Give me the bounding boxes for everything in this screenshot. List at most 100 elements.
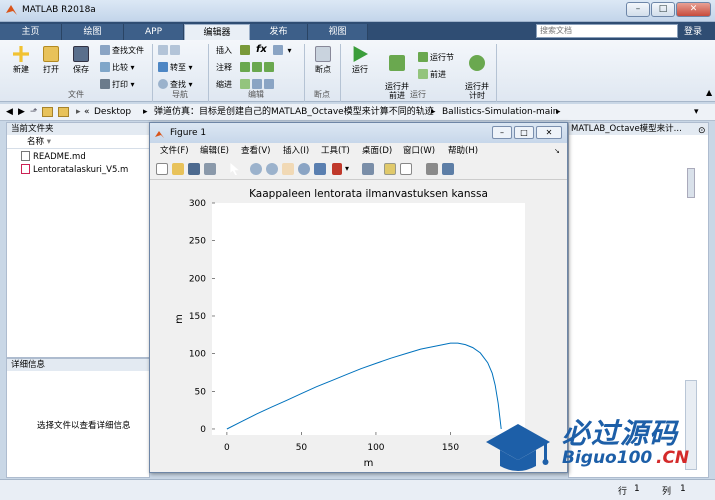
editor-scrollbar[interactable] [687,168,695,198]
goto-label: 转至 [170,63,186,72]
tab-plots[interactable]: 绘图 [62,24,124,40]
save-figure-icon[interactable] [188,163,200,175]
title-bar: MATLAB R2018a – □ ✕ [0,0,715,22]
menu-help[interactable]: 帮助(H) [448,144,478,159]
forward-arrow-icon[interactable]: ▶ [18,104,25,120]
tab-editor[interactable]: 编辑器 [184,24,250,40]
tab-publish[interactable]: 发布 [250,24,308,40]
nav-back-forward[interactable] [158,45,182,55]
advance-label: 前进 [430,70,446,79]
x-tick-label: 0 [224,443,230,453]
data-cursor-icon[interactable] [314,163,326,175]
list-item[interactable]: Lentoratalaskuri_V5.m [21,164,149,177]
figure-close-button[interactable]: ✕ [536,126,562,139]
watermark-text-cn: 必过源码 [562,417,679,450]
new-button[interactable]: 新建 [8,46,34,75]
breakpoints-button[interactable]: 断点 [310,46,336,75]
find-files-button[interactable]: 查找文件 [100,45,144,56]
maximize-button[interactable]: □ [651,2,675,17]
menu-view[interactable]: 查看(V) [241,144,270,159]
path-separator: ▸ [143,107,148,117]
folder-icon[interactable] [42,107,53,117]
run-button[interactable]: 运行 [346,46,374,75]
tab-apps[interactable]: APP [124,24,184,40]
legend-icon[interactable] [400,163,412,175]
watermark-suffix: .CN [656,448,690,468]
collapse-toolstrip-button[interactable]: ▲ [706,88,712,97]
file-group-label: 文件 [68,90,84,99]
panel-menu-icon[interactable]: ⊙ [698,126,706,136]
y-tick-label: 250 [189,237,206,247]
watermark: 必过源码 Biguo100 .CN [478,410,710,482]
details-title: 详细信息 [7,359,149,371]
open-file-icon[interactable] [172,163,184,175]
comment-button[interactable]: 注释 [216,62,232,73]
tab-home[interactable]: 主页 [0,24,62,40]
percent-icon [240,62,250,72]
insert-dropdown[interactable]: ▾ [273,45,292,55]
minimize-button[interactable]: – [626,2,650,17]
indent-tools[interactable] [240,79,276,89]
menu-tools[interactable]: 工具(T) [321,144,350,159]
menu-window[interactable]: 窗口(W) [403,144,435,159]
figure-maximize-button[interactable]: □ [514,126,534,139]
m-file-icon [21,164,30,174]
colorbar-icon[interactable] [384,163,396,175]
compare-button[interactable]: 比较 ▾ [100,62,135,73]
comment-toggle[interactable] [240,62,276,72]
insert-section-button[interactable] [240,45,252,55]
axes-background [212,203,525,435]
new-figure-icon[interactable] [156,163,168,175]
up-folder-icon[interactable]: ⬏ [30,104,38,120]
brush-dropdown-icon[interactable]: ▾ [345,163,353,175]
link-plot-icon[interactable] [362,163,374,175]
timer-icon [469,55,485,71]
new-label: 新建 [13,65,29,74]
path-project[interactable]: 弹道仿真：目标是创建自己的MATLAB_Octave模型来计算不同的轨迹 [154,104,434,120]
dock-icon[interactable]: ↘ [554,144,560,159]
advance-button[interactable]: 前进 [418,69,446,80]
open-button[interactable]: 打开 [38,46,64,75]
menu-edit[interactable]: 编辑(E) [200,144,229,159]
zoom-out-icon[interactable] [266,163,278,175]
zoom-in-icon[interactable] [250,163,262,175]
close-button[interactable]: ✕ [676,2,711,17]
editor-path-header: MATLAB_Octave模型来计... [569,123,708,135]
goto-button[interactable]: 转至 ▾ [158,62,193,73]
path-current[interactable]: Ballistics-Simulation-main [442,104,558,120]
run-label: 运行 [352,65,368,74]
signin-link[interactable]: 登录 [684,24,702,37]
pan-hand-icon[interactable] [282,163,294,175]
x-tick-label: 50 [296,443,308,453]
save-button[interactable]: 保存 [68,46,94,75]
watermark-text-en: Biguo100 [562,448,653,468]
back-arrow-icon[interactable]: ◀ [6,104,13,120]
insert-button[interactable]: 插入 [216,45,232,56]
pointer-icon[interactable] [230,163,239,175]
list-item[interactable]: README.md [21,151,149,164]
show-plot-tools-icon[interactable] [442,163,454,175]
fx-button[interactable]: fx [256,44,267,55]
breakpoint-icon [315,46,331,62]
run-section-button[interactable]: 运行节 [418,52,454,63]
name-column-header[interactable]: 名称 [27,137,44,147]
figure-minimize-button[interactable]: – [492,126,512,139]
document-icon [21,151,30,161]
path-overflow[interactable]: « [84,104,90,120]
x-axis-label: m [364,458,374,466]
row-label: 行 [618,487,628,497]
print-figure-icon[interactable] [204,163,216,175]
tab-view[interactable]: 视图 [308,24,368,40]
hide-plot-tools-icon[interactable] [426,163,438,175]
menu-insert[interactable]: 插入(I) [283,144,309,159]
path-dropdown-icon[interactable]: ▾ [694,104,699,120]
print-label: 打印 [112,80,128,89]
brush-icon[interactable] [332,163,342,175]
menu-desktop[interactable]: 桌面(D) [362,144,392,159]
rotate-icon[interactable] [298,163,310,175]
path-desktop[interactable]: Desktop [94,104,131,120]
search-input[interactable]: 搜索文档 [536,24,678,38]
dropdown-icon [273,45,283,55]
menu-file[interactable]: 文件(F) [160,144,189,159]
browse-folder-icon[interactable] [58,107,69,117]
